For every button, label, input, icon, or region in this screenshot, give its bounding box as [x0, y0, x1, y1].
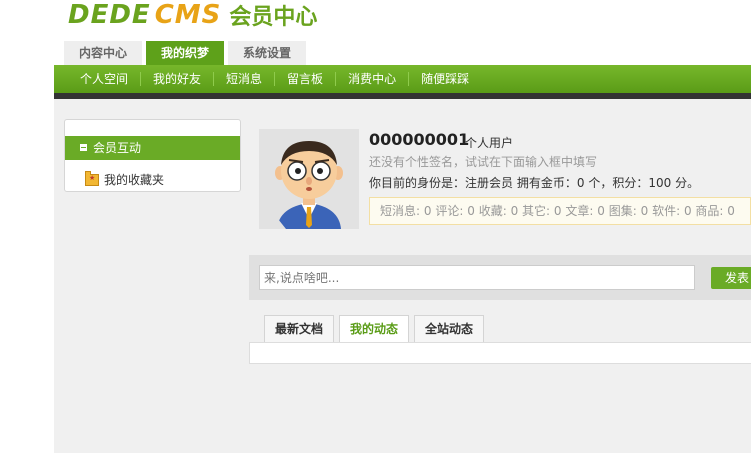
user-type: 个人用户: [465, 136, 514, 150]
tab-latest-docs[interactable]: 最新文档: [264, 315, 335, 342]
main-content: 会员互动 我的收藏夹 000000001 个人用户 还没有个: [54, 99, 751, 453]
nav-consumption-center[interactable]: 消费中心: [336, 72, 410, 86]
feed-content: [249, 342, 751, 364]
points-label: 积分：: [612, 176, 649, 190]
stat-articles-label: 文章:: [565, 204, 594, 218]
folder-icon: [85, 170, 99, 186]
nav-my-friends[interactable]: 我的好友: [141, 72, 215, 86]
stat-albums-label: 图集:: [608, 204, 637, 218]
stat-other-label: 其它:: [522, 204, 551, 218]
identity-value: 注册会员: [465, 176, 514, 190]
post-box: 发表: [249, 255, 751, 300]
stat-messages-value: 0: [423, 204, 432, 218]
sidebar: 会员互动 我的收藏夹: [64, 119, 241, 192]
stat-messages-label: 短消息:: [380, 204, 421, 218]
collapse-icon[interactable]: [80, 144, 87, 151]
avatar-illustration: [275, 141, 343, 229]
nav-personal-space[interactable]: 个人空间: [54, 72, 142, 86]
sidebar-section-header[interactable]: 会员互动: [65, 136, 240, 160]
logo-cms: CMS: [154, 0, 222, 30]
stat-other-value: 0: [553, 204, 562, 218]
sidebar-header-label: 会员互动: [93, 141, 142, 155]
user-id: 000000001: [369, 130, 470, 149]
identity-prefix: 你目前的身份是：: [369, 176, 466, 190]
sidebar-item-label: 我的收藏夹: [104, 173, 165, 187]
stat-products-label: 商品:: [695, 204, 724, 218]
stat-software-value: 0: [683, 204, 692, 218]
stat-favorites-value: 0: [510, 204, 519, 218]
points-value: 100 分。: [648, 176, 700, 190]
tab-content-center[interactable]: 内容中心: [64, 41, 143, 65]
stat-comments-value: 0: [467, 204, 475, 218]
tab-my-activity[interactable]: 我的动态: [339, 315, 410, 342]
tab-site-activity[interactable]: 全站动态: [414, 315, 485, 342]
tab-my-dedecms[interactable]: 我的织梦: [146, 41, 225, 65]
user-status: 你目前的身份是：注册会员 拥有金币：0 个，积分：100 分。: [369, 174, 699, 191]
stat-products-value: 0: [727, 204, 735, 218]
post-input[interactable]: [259, 265, 695, 290]
gold-value: 0 个，: [576, 176, 613, 190]
avatar[interactable]: [259, 129, 359, 229]
sub-nav: 个人空间 我的好友 短消息 留言板 消费中心 随便踩踩: [54, 65, 751, 93]
nav-guestbook[interactable]: 留言板: [275, 72, 337, 86]
post-button[interactable]: 发表: [711, 267, 751, 289]
nav-browse[interactable]: 随便踩踩: [409, 72, 481, 86]
feed-tabs: 最新文档 我的动态 全站动态: [264, 315, 489, 342]
stat-comments-label: 评论:: [435, 204, 464, 218]
tab-system-settings[interactable]: 系统设置: [228, 41, 307, 65]
logo-dede: DEDE: [68, 0, 151, 30]
gold-label: 拥有金币：: [516, 176, 577, 190]
nav-messages[interactable]: 短消息: [214, 72, 276, 86]
avatar-pointer: [270, 219, 286, 229]
main-tabs: 内容中心 我的织梦 系统设置: [64, 41, 310, 65]
stat-software-label: 软件:: [652, 204, 681, 218]
stat-albums-value: 0: [640, 204, 649, 218]
logo: DEDE CMS 会员中心: [68, 0, 317, 30]
stats-bar: 短消息: 0 评论: 0 收藏: 0 其它: 0 文章: 0 图集: 0 软件:…: [369, 197, 751, 225]
signature-hint: 还没有个性签名，试试在下面输入框中填写: [369, 155, 598, 169]
stat-articles-value: 0: [597, 204, 605, 218]
sidebar-item-favorites[interactable]: 我的收藏夹: [85, 170, 165, 188]
stat-favorites-label: 收藏:: [478, 204, 507, 218]
logo-title: 会员中心: [229, 5, 318, 30]
